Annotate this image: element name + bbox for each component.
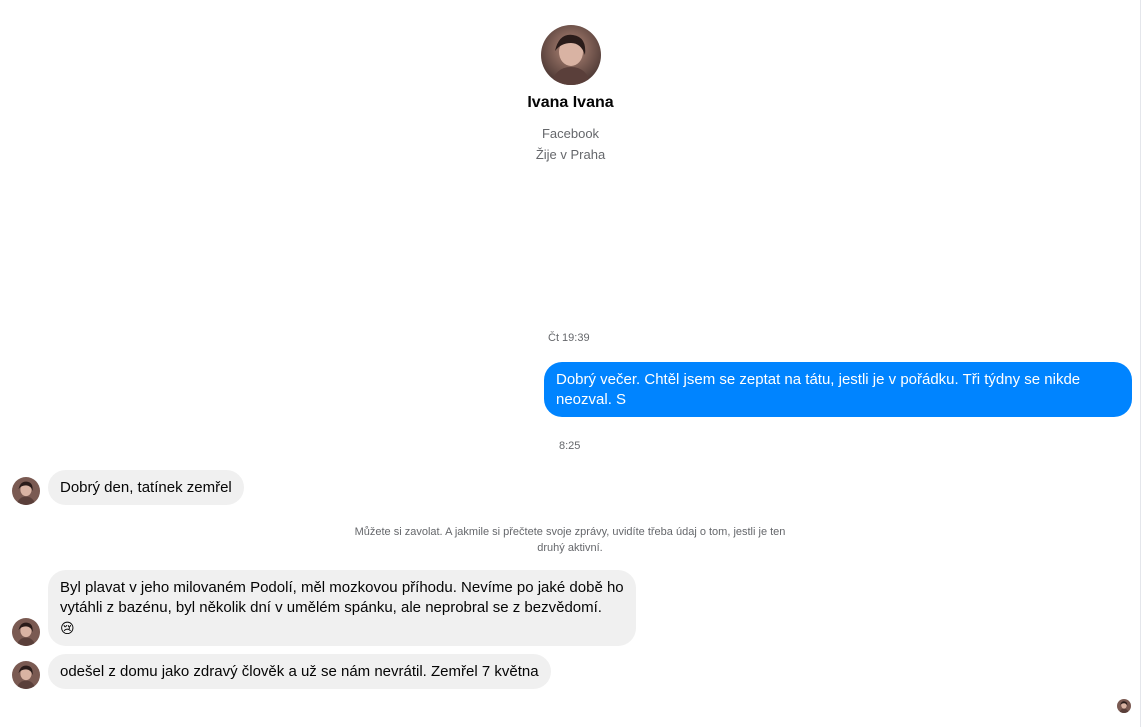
avatar-photo <box>1117 699 1131 713</box>
profile-name[interactable]: Ivana Ivana <box>0 93 1141 113</box>
avatar-photo <box>540 25 601 85</box>
sender-avatar[interactable] <box>12 661 40 689</box>
crying-face-emoji-icon: 😢 <box>60 620 75 636</box>
message-text: Byl plavat v jeho milovaném Podolí, měl … <box>60 579 624 616</box>
avatar-photo <box>12 618 40 646</box>
profile-avatar[interactable] <box>540 25 601 85</box>
message-timestamp: 8:25 <box>559 440 581 452</box>
avatar-photo <box>12 477 40 505</box>
profile-location: Žije v Praha <box>535 147 606 162</box>
incoming-message[interactable]: Dobrý den, tatínek zemřel <box>48 470 244 505</box>
active-status-notice: Můžete si zavolat. A jakmile si přečtete… <box>354 526 786 554</box>
seen-indicator-avatar <box>1117 699 1131 713</box>
message-timestamp: Čt 19:39 <box>548 332 590 344</box>
incoming-message[interactable]: Byl plavat v jeho milovaném Podolí, měl … <box>48 570 636 646</box>
incoming-message[interactable]: odešel z domu jako zdravý člověk a už se… <box>48 654 551 689</box>
sender-avatar[interactable] <box>12 477 40 505</box>
sender-avatar[interactable] <box>12 618 40 646</box>
outgoing-message[interactable]: Dobrý večer. Chtěl jsem se zeptat na tát… <box>544 362 1132 417</box>
profile-header: Ivana Ivana Facebook Žije v Praha <box>0 25 1141 165</box>
profile-source: Facebook <box>541 126 600 141</box>
messenger-conversation: Ivana Ivana Facebook Žije v Praha Čt 19:… <box>0 0 1141 727</box>
avatar-photo <box>12 661 40 689</box>
